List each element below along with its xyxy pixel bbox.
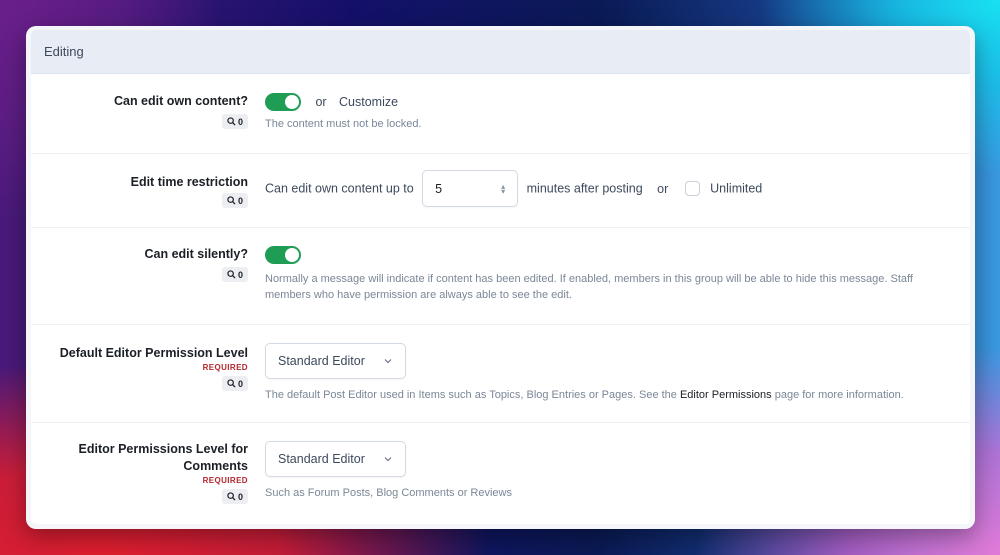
or-text: or: [315, 95, 327, 109]
setting-label: Default Editor Permission Level: [59, 346, 248, 360]
chevron-down-icon: [384, 457, 392, 462]
setting-label: Can edit own content?: [113, 94, 248, 108]
section-header: Editing: [31, 30, 970, 74]
setting-description: The default Post Editor used in Items su…: [265, 389, 904, 401]
setting-row-edit-time-restriction: Edit time restriction 0 Can edit own con…: [31, 154, 970, 228]
setting-description: The content must not be locked.: [265, 118, 422, 131]
setting-label: Can edit silently?: [144, 247, 249, 261]
setting-label: Edit time restriction: [130, 175, 248, 189]
search-count-badge[interactable]: 0: [221, 267, 248, 282]
section-title: Editing: [44, 44, 84, 59]
editor-permissions-link[interactable]: Editor Permissions: [680, 389, 772, 401]
settings-window: Editing Can edit own content? 0 or Custo…: [26, 26, 975, 529]
search-count-badge[interactable]: 0: [221, 193, 248, 208]
edit-minutes-input[interactable]: 5 ▴ ▾: [422, 170, 519, 207]
stepper-icon[interactable]: ▴ ▾: [501, 182, 505, 195]
search-count-badge[interactable]: 0: [221, 489, 248, 504]
setting-row-can-edit-own-content: Can edit own content? 0 or Customize The…: [31, 74, 970, 154]
can-edit-own-content-toggle[interactable]: [265, 93, 301, 111]
unlimited-checkbox[interactable]: [684, 181, 700, 196]
setting-row-default-editor-permission: Default Editor Permission Level REQUIRED…: [31, 325, 970, 423]
search-count-badge[interactable]: 0: [221, 376, 248, 391]
time-suffix-text: minutes after posting: [526, 181, 643, 196]
search-icon: [227, 196, 236, 205]
time-prefix-text: Can edit own content up to: [265, 181, 414, 196]
chevron-down-icon: [384, 359, 392, 364]
setting-row-can-edit-silently: Can edit silently? 0 Normally a message …: [31, 228, 970, 325]
search-icon: [227, 492, 236, 501]
search-icon: [227, 270, 236, 279]
setting-description: Such as Forum Posts, Blog Comments or Re…: [265, 487, 512, 499]
customize-link[interactable]: Customize: [339, 95, 398, 109]
can-edit-silently-toggle[interactable]: [265, 246, 301, 264]
comments-editor-select[interactable]: Standard Editor: [265, 441, 406, 477]
setting-label: Editor Permissions Level for Comments: [78, 442, 249, 473]
default-editor-select[interactable]: Standard Editor: [265, 343, 406, 379]
required-label: REQUIRED: [202, 363, 248, 372]
setting-row-editor-permissions-comments: Editor Permissions Level for Comments RE…: [31, 423, 970, 523]
required-label: REQUIRED: [202, 476, 248, 485]
or-text: or: [657, 181, 669, 196]
setting-description: Normally a message will indicate if cont…: [265, 273, 913, 302]
search-icon: [227, 379, 236, 388]
search-count-badge[interactable]: 0: [221, 114, 248, 129]
search-icon: [227, 117, 236, 126]
unlimited-label[interactable]: Unlimited: [710, 182, 762, 196]
